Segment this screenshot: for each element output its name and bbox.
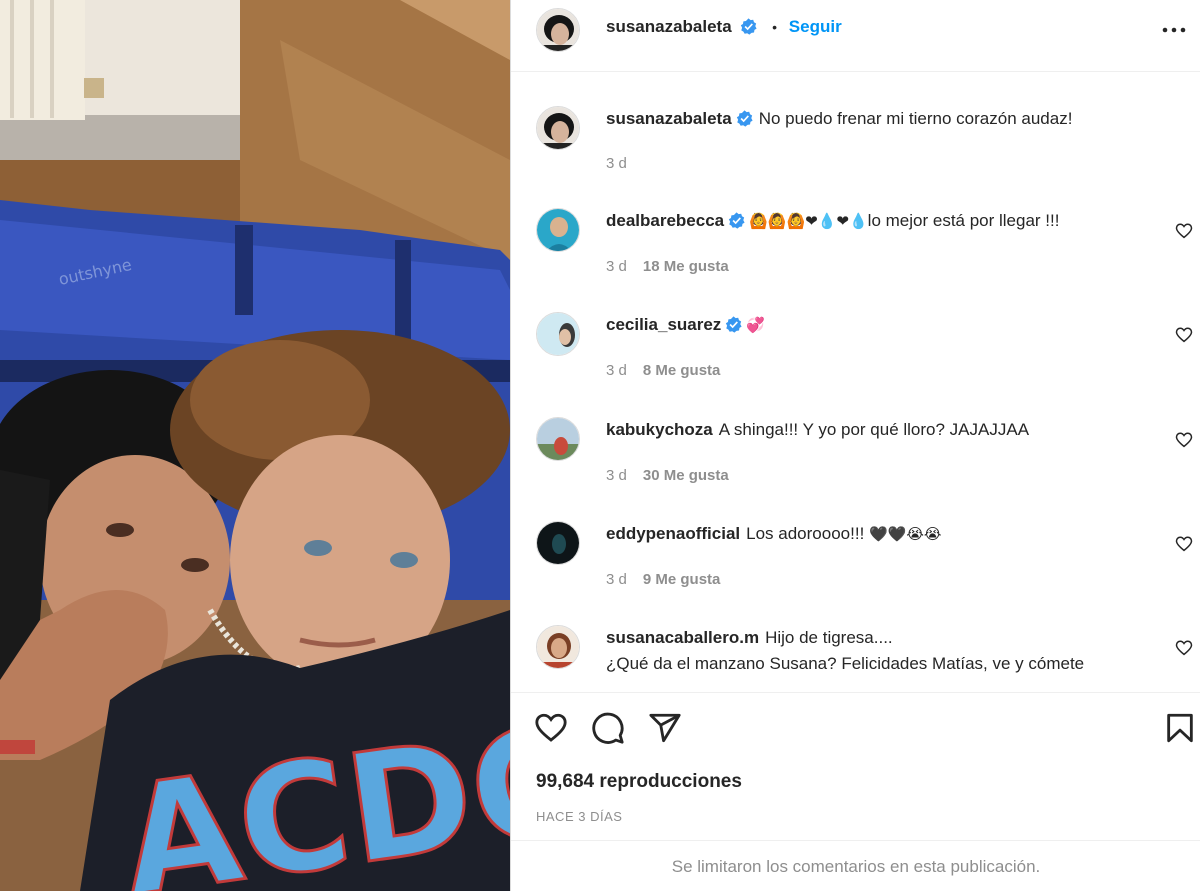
heart-icon[interactable] bbox=[1175, 222, 1193, 240]
caption-time[interactable]: 3 d bbox=[606, 155, 627, 172]
comment-likes[interactable]: 8 Me gusta bbox=[643, 362, 721, 379]
comment-body-line2: ¿Qué da el manzano Susana? Felicidades M… bbox=[606, 654, 1085, 673]
comment-username[interactable]: eddypenaofficial bbox=[606, 524, 740, 543]
caption-body: No puedo frenar mi tierno corazón audaz! bbox=[758, 109, 1073, 128]
comment-avatar[interactable] bbox=[536, 521, 580, 565]
verified-badge-icon bbox=[741, 18, 757, 35]
comment-time[interactable]: 3 d bbox=[606, 362, 627, 379]
separator-dot: • bbox=[772, 19, 778, 35]
comment-username[interactable]: cecilia_suarez bbox=[606, 315, 721, 334]
comment-avatar[interactable] bbox=[536, 208, 580, 252]
heart-icon[interactable] bbox=[534, 711, 568, 745]
comment-username[interactable]: dealbarebecca bbox=[606, 211, 724, 230]
post-date[interactable]: HACE 3 DÍAS bbox=[536, 809, 622, 824]
paper-plane-icon[interactable] bbox=[648, 711, 682, 745]
avatar-image bbox=[537, 626, 579, 668]
comment-emojis: 💞 bbox=[746, 316, 765, 334]
heart-icon[interactable] bbox=[1175, 431, 1193, 449]
comment-likes[interactable]: 30 Me gusta bbox=[643, 467, 729, 484]
avatar-image bbox=[537, 209, 579, 251]
more-options-icon[interactable] bbox=[1159, 20, 1189, 40]
avatar-image bbox=[537, 9, 579, 51]
verified-badge-icon bbox=[736, 110, 753, 127]
header-user-line: susanazabaleta • Seguir bbox=[606, 17, 842, 37]
post-side-panel: susanazabaleta • Seguir susanazabaleta N… bbox=[510, 0, 1200, 891]
comment-text: cecilia_suarez 💞 bbox=[606, 312, 1161, 338]
heart-icon[interactable] bbox=[1175, 326, 1193, 344]
heart-icon[interactable] bbox=[1175, 639, 1193, 657]
comment-meta: 3 d 30 Me gusta bbox=[606, 467, 729, 484]
comment-username[interactable]: susanacaballero.m bbox=[606, 628, 759, 647]
comment-likes[interactable]: 18 Me gusta bbox=[643, 258, 729, 275]
comment-text: dealbarebecca 🙆🙆🙆❤💧❤💧lo mejor está por ll… bbox=[606, 208, 1161, 234]
post-image: outshyne ACDC bbox=[0, 0, 510, 891]
comment-body: Los adoroooo!!! bbox=[746, 524, 865, 543]
comment-meta: 3 d 18 Me gusta bbox=[606, 258, 729, 275]
comment-username[interactable]: kabukychoza bbox=[606, 420, 713, 439]
comment-text: eddypenaofficial Los adoroooo!!! 🖤🖤😭😭 bbox=[606, 521, 1161, 547]
comment-avatar[interactable] bbox=[536, 312, 580, 356]
caption-avatar[interactable] bbox=[536, 106, 580, 150]
comment-bubble-icon[interactable] bbox=[591, 711, 625, 745]
comment-likes[interactable]: 9 Me gusta bbox=[643, 571, 721, 588]
comment-meta: 3 d 9 Me gusta bbox=[606, 571, 720, 588]
comment-emojis: 🙆🙆🙆❤💧❤💧 bbox=[749, 212, 868, 230]
comment-body: A shinga!!! Y yo por qué lloro? JAJAJJAA bbox=[718, 420, 1030, 439]
comments-list[interactable]: susanazabaleta No puedo frenar mi tierno … bbox=[511, 72, 1200, 692]
avatar-image bbox=[537, 107, 579, 149]
avatar-image bbox=[537, 313, 579, 355]
comment-text: kabukychoza A shinga!!! Y yo por qué llor… bbox=[606, 417, 1161, 443]
post-header: susanazabaleta • Seguir bbox=[511, 0, 1200, 72]
author-username[interactable]: susanazabaleta bbox=[606, 17, 732, 36]
verified-badge-icon bbox=[726, 316, 742, 333]
comment-text: susanacaballero.m Hijo de tigresa.... ¿Qu… bbox=[606, 625, 1161, 677]
comments-limited-notice: Se limitaron los comentarios en esta pub… bbox=[511, 840, 1200, 891]
comment-time[interactable]: 3 d bbox=[606, 258, 627, 275]
author-avatar[interactable] bbox=[536, 8, 580, 52]
comment-emojis: 🖤🖤😭😭 bbox=[869, 525, 942, 543]
avatar-image bbox=[537, 418, 579, 460]
views-count[interactable]: 99,684 reproducciones bbox=[536, 771, 742, 793]
caption-text: susanazabaleta No puedo frenar mi tierno … bbox=[606, 106, 1161, 132]
comment-avatar[interactable] bbox=[536, 417, 580, 461]
caption-username[interactable]: susanazabaleta bbox=[606, 109, 732, 128]
comment-time[interactable]: 3 d bbox=[606, 571, 627, 588]
verified-badge-icon bbox=[728, 212, 745, 229]
post-actions: 99,684 reproducciones HACE 3 DÍAS Se lim… bbox=[511, 692, 1200, 891]
bookmark-icon[interactable] bbox=[1163, 711, 1197, 745]
avatar-image bbox=[537, 522, 579, 564]
comment-body: lo mejor está por llegar !!! bbox=[867, 211, 1060, 230]
comment-body: Hijo de tigresa.... bbox=[765, 628, 893, 647]
follow-button[interactable]: Seguir bbox=[789, 17, 842, 36]
post-photo[interactable]: outshyne ACDC bbox=[0, 0, 510, 891]
comment-time[interactable]: 3 d bbox=[606, 467, 627, 484]
heart-icon[interactable] bbox=[1175, 535, 1193, 553]
comment-meta: 3 d 8 Me gusta bbox=[606, 362, 720, 379]
comment-avatar[interactable] bbox=[536, 625, 580, 669]
caption-meta: 3 d bbox=[606, 155, 627, 172]
